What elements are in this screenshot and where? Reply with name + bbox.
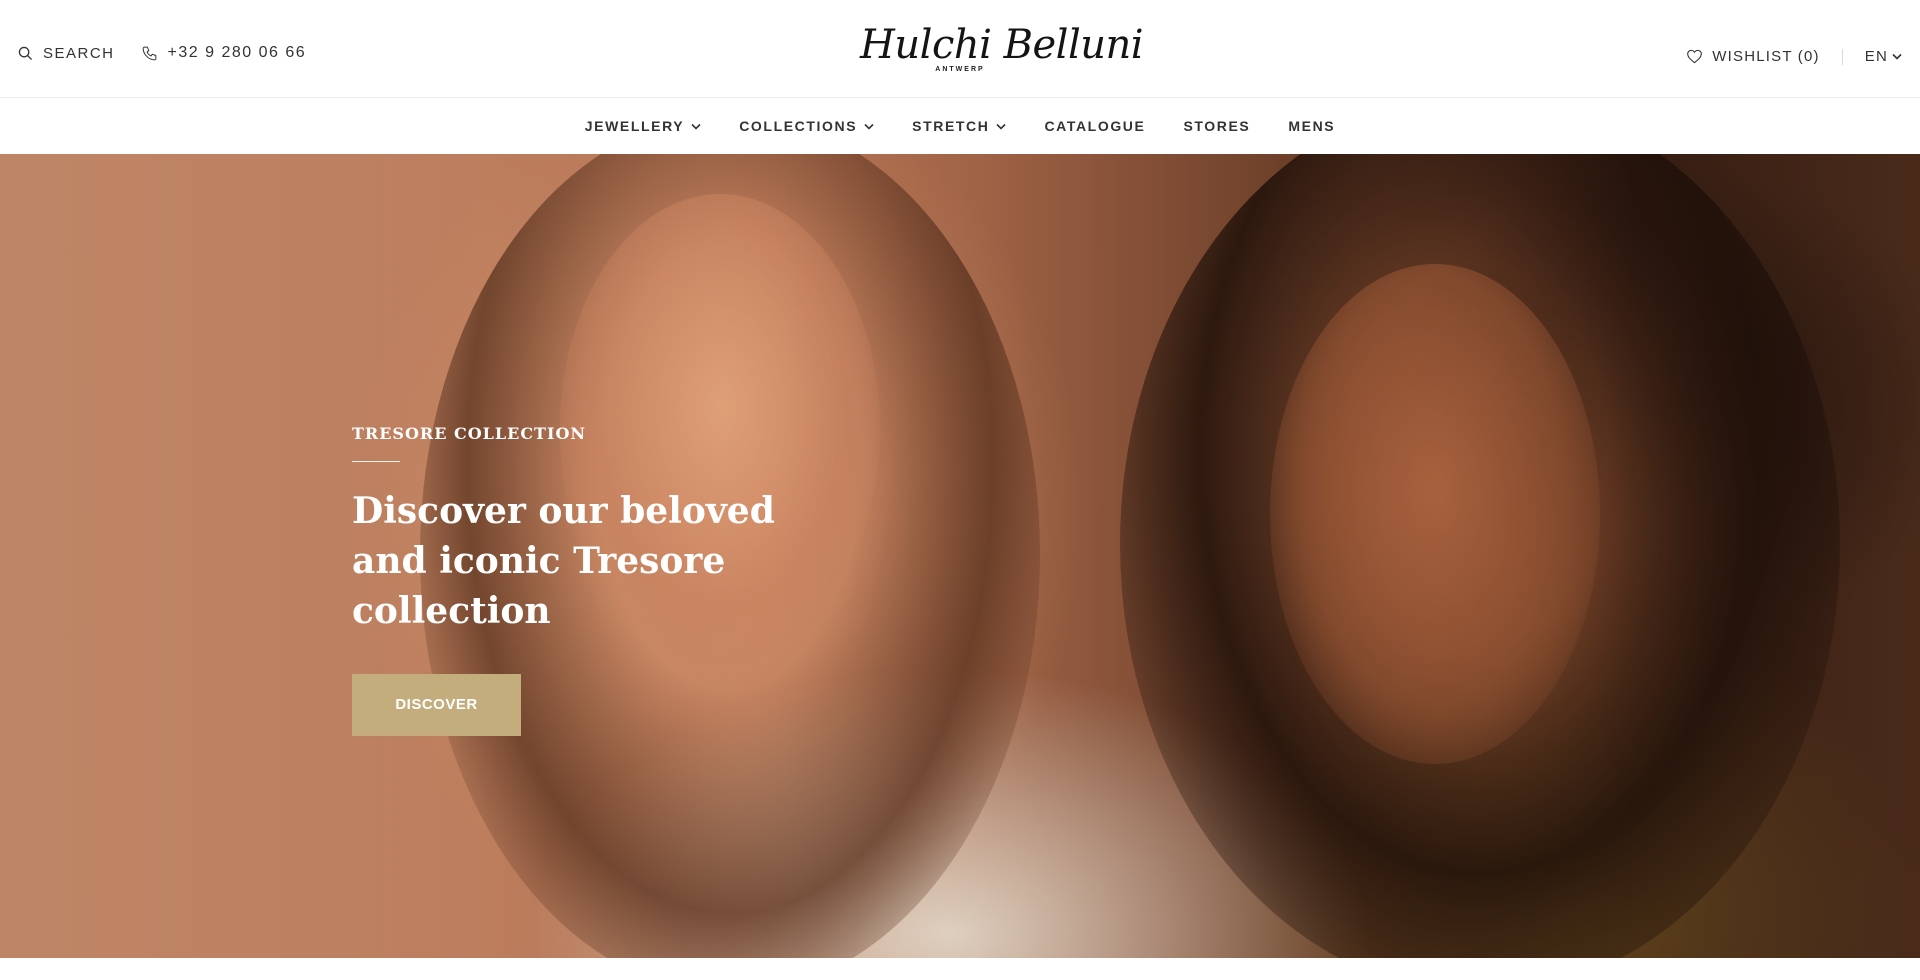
chevron-down-icon: [864, 123, 874, 130]
top-bar: SEARCH +32 9 280 06 66 Hulchi Belluni AN…: [0, 0, 1920, 98]
discover-button[interactable]: DISCOVER: [352, 674, 521, 736]
search-button[interactable]: SEARCH: [18, 45, 115, 62]
nav-item-label: STRETCH: [912, 118, 990, 134]
phone-number: +32 9 280 06 66: [167, 44, 307, 61]
wishlist-link[interactable]: WISHLIST (0): [1686, 48, 1819, 65]
nav-item-label: JEWELLERY: [584, 118, 685, 134]
hero-content: TRESORE COLLECTION Discover our beloved …: [352, 424, 872, 736]
nav-item-stretch[interactable]: STRETCH: [912, 118, 1007, 134]
nav-item-collections[interactable]: COLLECTIONS: [739, 118, 874, 134]
brand-logo-script: Hulchi Belluni: [860, 22, 1144, 68]
wishlist-label: WISHLIST (0): [1712, 48, 1820, 65]
phone-link[interactable]: +32 9 280 06 66: [141, 44, 307, 62]
nav-item-mens[interactable]: MENS: [1288, 118, 1335, 134]
hero-headline: Discover our beloved and iconic Tresore …: [352, 490, 775, 632]
hero-overlay: [0, 154, 1920, 958]
main-nav: JEWELLERY COLLECTIONS STRETCH CATALOGUE …: [0, 98, 1920, 154]
nav-item-label: MENS: [1288, 118, 1336, 134]
search-icon: [18, 46, 33, 60]
nav-item-catalogue[interactable]: CATALOGUE: [1044, 118, 1145, 134]
nav-item-label: COLLECTIONS: [739, 118, 858, 134]
hero-eyebrow: TRESORE COLLECTION: [352, 424, 587, 443]
search-label: SEARCH: [43, 44, 115, 62]
brand-logo[interactable]: Hulchi Belluni ANTWERP: [860, 20, 1144, 86]
top-bar-left: SEARCH +32 9 280 06 66: [18, 44, 306, 62]
language-selector[interactable]: EN: [1865, 48, 1902, 65]
chevron-down-icon: [691, 123, 701, 130]
nav-item-stores[interactable]: STORES: [1183, 118, 1250, 134]
hero-divider: [352, 461, 400, 462]
language-label: EN: [1864, 48, 1888, 65]
nav-item-jewellery[interactable]: JEWELLERY: [585, 118, 701, 134]
nav-item-label: CATALOGUE: [1044, 118, 1146, 134]
header-divider: [1841, 48, 1843, 65]
hero-banner: TRESORE COLLECTION Discover our beloved …: [0, 154, 1920, 958]
page-bottom-strip: [0, 958, 1920, 980]
heart-icon: [1687, 49, 1703, 64]
phone-icon: [142, 46, 156, 60]
top-bar-right: WISHLIST (0) EN: [1686, 48, 1902, 65]
nav-item-label: STORES: [1183, 118, 1251, 134]
chevron-down-icon: [1892, 53, 1902, 60]
chevron-down-icon: [996, 123, 1007, 130]
